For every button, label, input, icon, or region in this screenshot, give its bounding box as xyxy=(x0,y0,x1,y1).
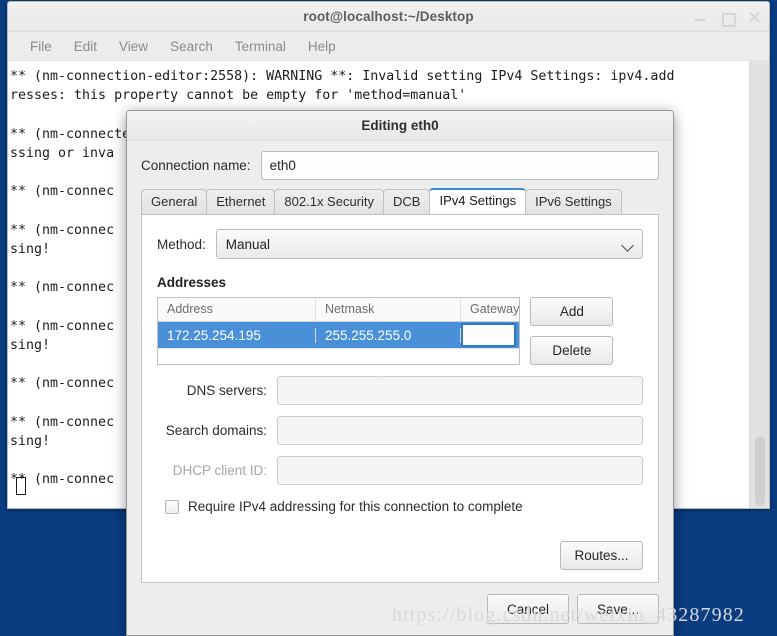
save-button[interactable]: Save... xyxy=(577,594,659,624)
dhcp-client-id-label: DHCP client ID: xyxy=(172,463,267,478)
cell-gateway[interactable] xyxy=(461,322,519,348)
dns-servers-row: DNS servers: xyxy=(157,376,643,405)
connection-name-input[interactable] xyxy=(260,151,659,180)
search-domains-row: Search domains: xyxy=(157,416,643,445)
chevron-down-icon xyxy=(621,239,634,252)
dns-servers-label: DNS servers: xyxy=(186,383,267,398)
maximize-icon[interactable] xyxy=(720,10,736,27)
dns-servers-input[interactable] xyxy=(277,376,643,405)
addresses-area: Address Netmask Gateway 172.25.254.195 2… xyxy=(157,297,643,365)
require-ipv4-checkbox[interactable] xyxy=(165,499,179,514)
method-select[interactable]: Manual xyxy=(215,229,643,259)
tab-ipv4-settings[interactable]: IPv4 Settings xyxy=(429,188,527,214)
terminal-scrollbar[interactable] xyxy=(749,61,769,508)
routes-button[interactable]: Routes... xyxy=(560,541,643,570)
dialog-title: Editing eth0 xyxy=(361,118,439,133)
require-ipv4-row[interactable]: Require IPv4 addressing for this connect… xyxy=(165,499,643,514)
terminal-window-title: root@localhost:~/Desktop xyxy=(303,9,474,24)
terminal-titlebar[interactable]: root@localhost:~/Desktop xyxy=(8,2,769,32)
column-header-netmask[interactable]: Netmask xyxy=(316,298,461,321)
dhcp-client-id-row: DHCP client ID: xyxy=(157,456,643,485)
dialog-footer: Cancel Save... xyxy=(127,583,673,635)
dialog-titlebar[interactable]: Editing eth0 xyxy=(127,111,673,141)
tab-general[interactable]: General xyxy=(141,189,208,214)
column-header-gateway[interactable]: Gateway xyxy=(461,298,519,321)
cancel-button[interactable]: Cancel xyxy=(487,594,569,624)
close-icon[interactable] xyxy=(747,10,761,24)
connection-name-label: Connection name: xyxy=(141,158,251,173)
menu-item-edit[interactable]: Edit xyxy=(63,36,108,57)
tab-8021x-security[interactable]: 802.1x Security xyxy=(274,189,385,214)
connection-name-row: Connection name: xyxy=(127,141,673,188)
tab-dcb[interactable]: DCB xyxy=(383,189,431,214)
method-label: Method: xyxy=(157,236,206,252)
delete-address-button[interactable]: Delete xyxy=(530,336,614,365)
terminal-cursor xyxy=(16,477,26,495)
menu-item-terminal[interactable]: Terminal xyxy=(224,36,297,57)
routes-button-wrap: Routes... xyxy=(560,541,643,570)
table-row[interactable]: 172.25.254.195 255.255.255.0 xyxy=(158,322,520,348)
dhcp-client-id-input xyxy=(277,456,643,485)
addresses-table-empty-row[interactable] xyxy=(158,348,520,364)
addresses-buttons: Add Delete xyxy=(530,297,643,365)
desktop-background: root@localhost:~/Desktop File Edit View … xyxy=(0,0,777,636)
addresses-heading: Addresses xyxy=(157,275,227,290)
window-controls xyxy=(693,2,761,32)
search-domains-label: Search domains: xyxy=(165,423,267,438)
menu-item-file[interactable]: File xyxy=(19,36,63,57)
cell-netmask[interactable]: 255.255.255.0 xyxy=(316,327,461,343)
menu-item-search[interactable]: Search xyxy=(159,36,224,57)
tab-ethernet[interactable]: Ethernet xyxy=(206,189,276,214)
gateway-input[interactable] xyxy=(461,323,517,347)
menu-item-help[interactable]: Help xyxy=(297,36,347,57)
terminal-scrollbar-thumb[interactable] xyxy=(755,436,765,506)
column-header-address[interactable]: Address xyxy=(158,298,316,321)
require-ipv4-label: Require IPv4 addressing for this connect… xyxy=(188,499,523,514)
method-selected-value: Manual xyxy=(225,236,271,252)
terminal-menubar: File Edit View Search Terminal Help xyxy=(8,32,769,60)
menu-item-view[interactable]: View xyxy=(108,36,159,57)
cell-address[interactable]: 172.25.254.195 xyxy=(158,327,316,343)
editing-connection-dialog: Editing eth0 Connection name: General Et… xyxy=(126,110,674,636)
method-row: Method: Manual xyxy=(157,229,643,259)
tab-ipv6-settings[interactable]: IPv6 Settings xyxy=(525,189,622,214)
addresses-table-header: Address Netmask Gateway xyxy=(158,298,520,322)
minimize-icon[interactable] xyxy=(693,10,707,24)
ipv4-settings-panel: Method: Manual Addresses Address Netmask… xyxy=(141,214,659,583)
settings-tabbar: General Ethernet 802.1x Security DCB IPv… xyxy=(127,188,673,214)
add-address-button[interactable]: Add xyxy=(530,297,614,326)
addresses-table[interactable]: Address Netmask Gateway 172.25.254.195 2… xyxy=(157,297,521,365)
search-domains-input[interactable] xyxy=(277,416,643,445)
